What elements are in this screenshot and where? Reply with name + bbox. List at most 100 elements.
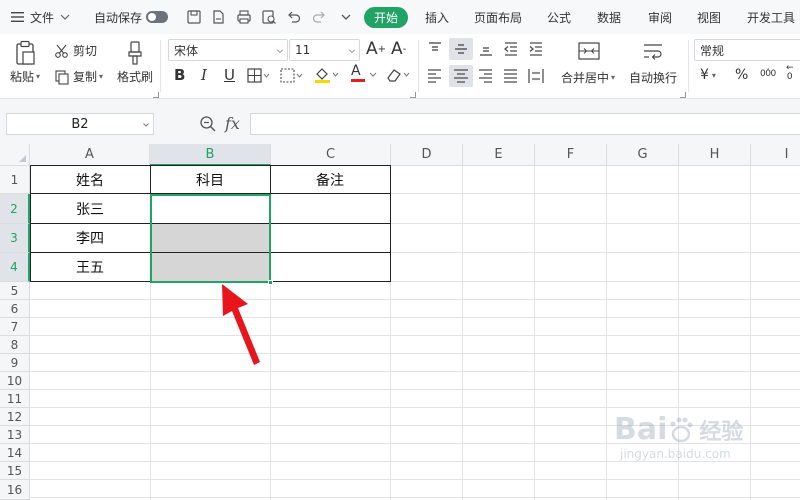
merge-center-icon[interactable] [578,42,600,60]
insert-function-button[interactable]: fx [225,114,240,133]
autosave-toggle[interactable]: 自动保存 [94,0,169,34]
row-header-11[interactable]: 11 [0,390,30,408]
number-format-select[interactable]: 常规 [694,39,800,61]
decrease-indent-icon[interactable] [502,40,520,58]
row-header-label: 4 [10,260,18,274]
name-box[interactable]: B2 [6,113,154,135]
cell-style-icon[interactable] [280,68,304,84]
row-header-15[interactable]: 15 [0,462,30,480]
column-header-a[interactable]: A [30,144,150,166]
chevron-down-icon [60,14,70,20]
distributed-align-icon[interactable] [527,68,545,84]
border-icon[interactable] [247,68,271,84]
font-color-button[interactable]: A [351,64,365,82]
align-center-button[interactable] [449,65,473,87]
row-header-5[interactable]: 5 [0,282,30,300]
row-header-3[interactable]: 3 [0,224,30,253]
column-header-d[interactable]: D [391,144,463,166]
row-header-9[interactable]: 9 [0,354,30,372]
zoom-search-icon[interactable] [199,115,217,133]
print-icon[interactable] [236,9,252,25]
copy-button[interactable]: 复制 ▾ [54,68,103,85]
column-header-b[interactable]: B [150,144,271,166]
wrap-text-button[interactable]: 自动换行 [629,69,677,86]
align-right-icon[interactable] [477,68,495,84]
format-painter-button[interactable]: 格式刷 [117,68,153,85]
cell-a3[interactable]: 李四 [30,224,150,252]
align-middle-button[interactable] [449,38,473,60]
font-name-select[interactable]: 宋体 [168,39,288,61]
column-header-g[interactable]: G [607,144,679,166]
row-header-7[interactable]: 7 [0,318,30,336]
tab-developer[interactable]: 开发工具 [747,0,795,34]
cell-b1[interactable]: 科目 [150,166,270,193]
tab-insert[interactable]: 插入 [425,0,449,34]
decrease-font-button[interactable]: A- [391,39,406,59]
font-size-select[interactable]: 11 [289,39,360,61]
bold-button[interactable]: B [174,66,185,84]
export-pdf-icon[interactable] [210,9,226,25]
undo-icon[interactable] [286,9,302,25]
cell-a2[interactable]: 张三 [30,194,150,223]
tab-view[interactable]: 视图 [697,0,721,34]
column-header-i[interactable]: I [751,144,800,166]
customize-toolbar-icon[interactable] [338,9,354,25]
row-header-4[interactable]: 4 [0,253,30,282]
formula-input[interactable] [250,113,800,135]
tab-review[interactable]: 审阅 [648,0,672,34]
hamburger-icon [11,12,24,22]
underline-button[interactable]: U [224,66,235,84]
select-all-corner[interactable] [0,144,30,166]
wrap-text-icon[interactable] [642,42,664,60]
row-header-1[interactable]: 1 [0,166,30,194]
column-header-h[interactable]: H [679,144,751,166]
cell-a4[interactable]: 王五 [30,253,150,281]
cell-c2[interactable] [270,194,390,223]
save-icon[interactable] [186,9,202,25]
toggle-switch[interactable] [146,11,169,23]
fill-color-icon[interactable] [314,66,340,84]
align-bottom-icon[interactable] [477,40,495,58]
increase-font-button[interactable]: A + [366,39,386,59]
chevron-down-icon[interactable] [369,72,377,78]
currency-button[interactable]: ¥ ▾ [700,67,716,83]
print-preview-icon[interactable] [261,9,277,25]
align-left-icon[interactable] [426,68,444,84]
row-header-6[interactable]: 6 [0,300,30,318]
column-header-e[interactable]: E [463,144,535,166]
cell-c4[interactable] [270,253,390,281]
merge-center-button[interactable]: 合并居中 ▾ [561,69,615,86]
tab-data[interactable]: 数据 [597,0,621,34]
column-header-f[interactable]: F [535,144,607,166]
underline-label: U [224,66,235,84]
row-header-label: 14 [6,445,23,460]
row-header-10[interactable]: 10 [0,372,30,390]
italic-button[interactable]: I [201,66,207,84]
row-header-13[interactable]: 13 [0,426,30,444]
row-header-8[interactable]: 8 [0,336,30,354]
tab-page-layout[interactable]: 页面布局 [474,0,522,34]
increase-indent-icon[interactable] [527,40,545,58]
paste-icon[interactable] [14,40,38,66]
column-header-c[interactable]: C [271,144,391,166]
tab-formulas[interactable]: 公式 [547,0,571,34]
percent-button[interactable]: % [735,67,748,83]
row-header-14[interactable]: 14 [0,444,30,462]
redo-icon[interactable] [311,9,327,25]
paste-button[interactable]: 粘贴 ▾ [10,68,40,85]
file-menu[interactable]: 文件 [10,0,71,34]
justify-icon[interactable] [502,68,520,84]
decimal-button[interactable]: ← 0 [786,64,794,82]
row-header-16[interactable]: 16 [0,480,30,500]
cut-button[interactable]: 剪切 [54,42,97,59]
clear-format-icon[interactable] [384,66,412,84]
cell-c1[interactable]: 备注 [270,166,390,193]
thousands-button[interactable]: , 000 [760,64,776,79]
align-top-icon[interactable] [426,40,444,58]
format-painter-icon[interactable] [124,40,146,66]
cell-a1[interactable]: 姓名 [30,166,150,193]
row-header-2[interactable]: 2 [0,194,30,224]
tab-home[interactable]: 开始 [364,7,408,28]
cell-c3[interactable] [270,224,390,252]
row-header-12[interactable]: 12 [0,408,30,426]
